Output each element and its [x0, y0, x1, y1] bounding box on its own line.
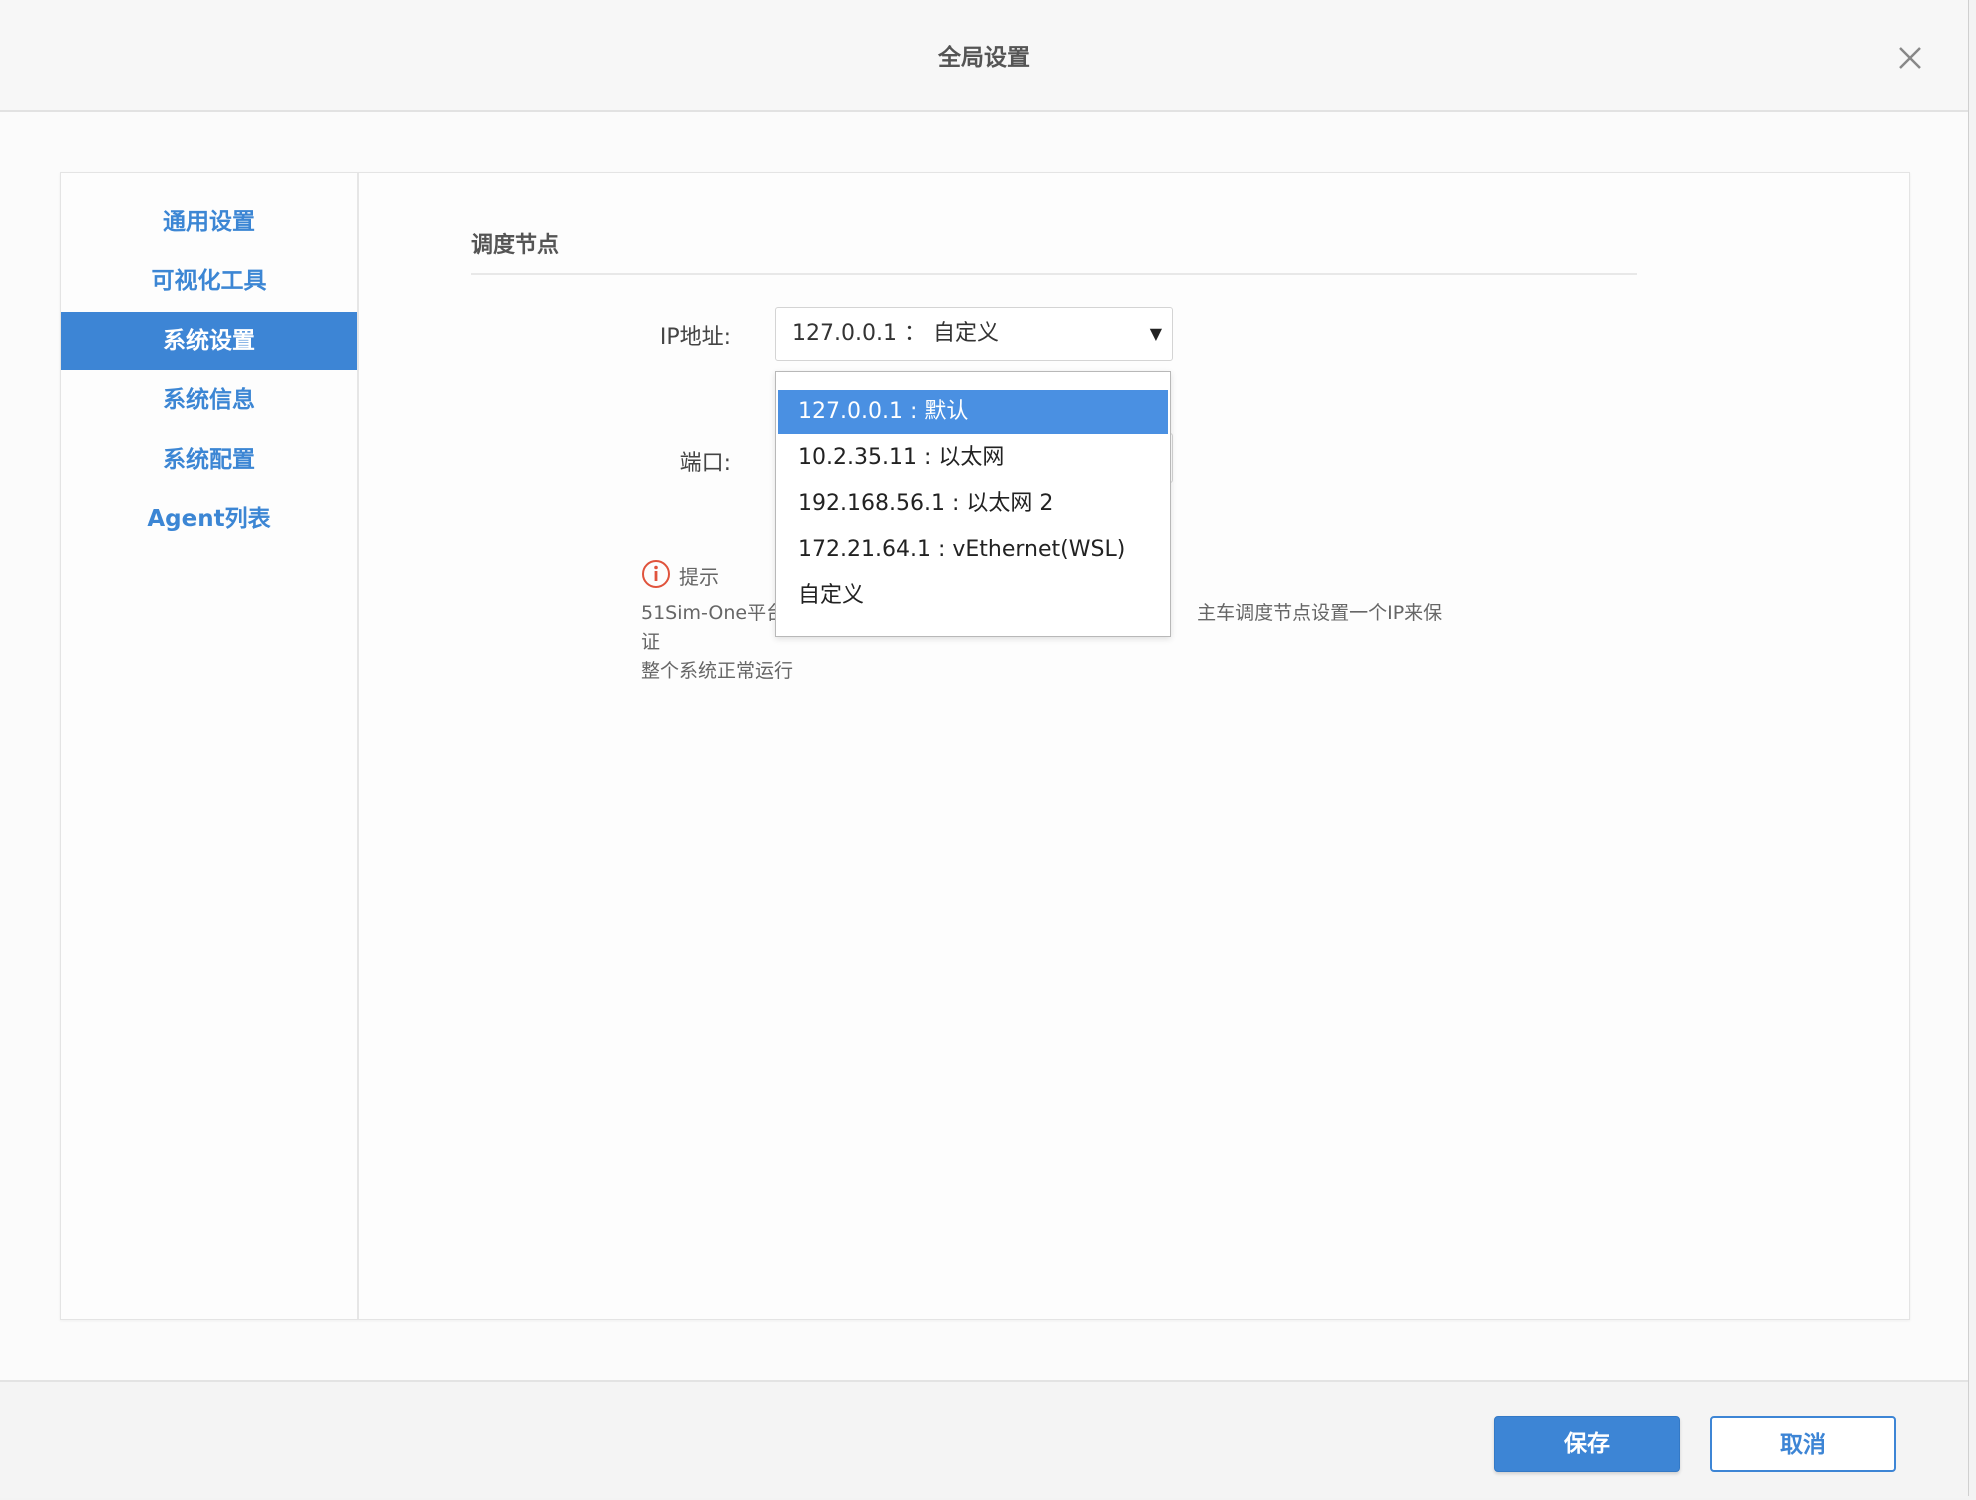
settings-panel: 通用设置 可视化工具 系统设置 系统信息 系统配置 Agent列表 调度节点 I… — [60, 172, 1910, 1320]
ip-option-ethernet-2[interactable]: 192.168.56.1 : 以太网 2 — [778, 482, 1168, 526]
save-button[interactable]: 保存 — [1494, 1416, 1680, 1472]
section-title: 调度节点 — [471, 233, 560, 258]
sidebar-item-agent-list[interactable]: Agent列表 — [61, 490, 357, 548]
ip-dropdown-menu: 127.0.0.1 : 默认 10.2.35.11 : 以太网 192.168.… — [775, 371, 1171, 637]
port-label: 端口: — [679, 451, 731, 476]
ip-option-default[interactable]: 127.0.0.1 : 默认 — [778, 390, 1168, 434]
ip-option-ethernet[interactable]: 10.2.35.11 : 以太网 — [778, 436, 1168, 480]
ip-select[interactable]: 127.0.0.1 ： 自定义 ▼ — [775, 307, 1173, 361]
sidebar-item-visualization[interactable]: 可视化工具 — [61, 252, 357, 310]
dialog-titlebar: 全局设置 — [0, 0, 1968, 112]
hint-title: 提示 — [679, 565, 719, 589]
ip-select-value: 127.0.0.1 ： 自定义 — [792, 321, 999, 346]
sidebar-item-system-info[interactable]: 系统信息 — [61, 371, 357, 429]
settings-sidebar: 通用设置 可视化工具 系统设置 系统信息 系统配置 Agent列表 — [61, 173, 359, 1319]
sidebar-item-system-config[interactable]: 系统配置 — [61, 431, 357, 489]
global-settings-dialog: 全局设置 通用设置 可视化工具 系统设置 系统信息 系统配置 Agent列表 调… — [0, 0, 1969, 1498]
dialog-footer: 保存 取消 — [0, 1380, 1968, 1498]
hint-line-2: 整个系统正常运行 — [641, 660, 794, 682]
info-icon — [642, 560, 670, 588]
ip-label: IP地址: — [659, 325, 731, 350]
close-icon[interactable] — [1890, 38, 1930, 78]
ip-option-custom[interactable]: 自定义 — [778, 574, 1168, 618]
hint-line-1-start: 51Sim-One平台 — [641, 602, 786, 624]
sidebar-item-system-settings[interactable]: 系统设置 — [61, 312, 357, 370]
dialog-title: 全局设置 — [938, 45, 1030, 71]
section-divider — [471, 273, 1637, 275]
sidebar-item-general[interactable]: 通用设置 — [61, 193, 357, 251]
caret-down-icon: ▼ — [1149, 324, 1162, 343]
cancel-button[interactable]: 取消 — [1710, 1416, 1896, 1472]
ip-option-vethernet-wsl[interactable]: 172.21.64.1 : vEthernet(WSL) — [778, 528, 1168, 572]
